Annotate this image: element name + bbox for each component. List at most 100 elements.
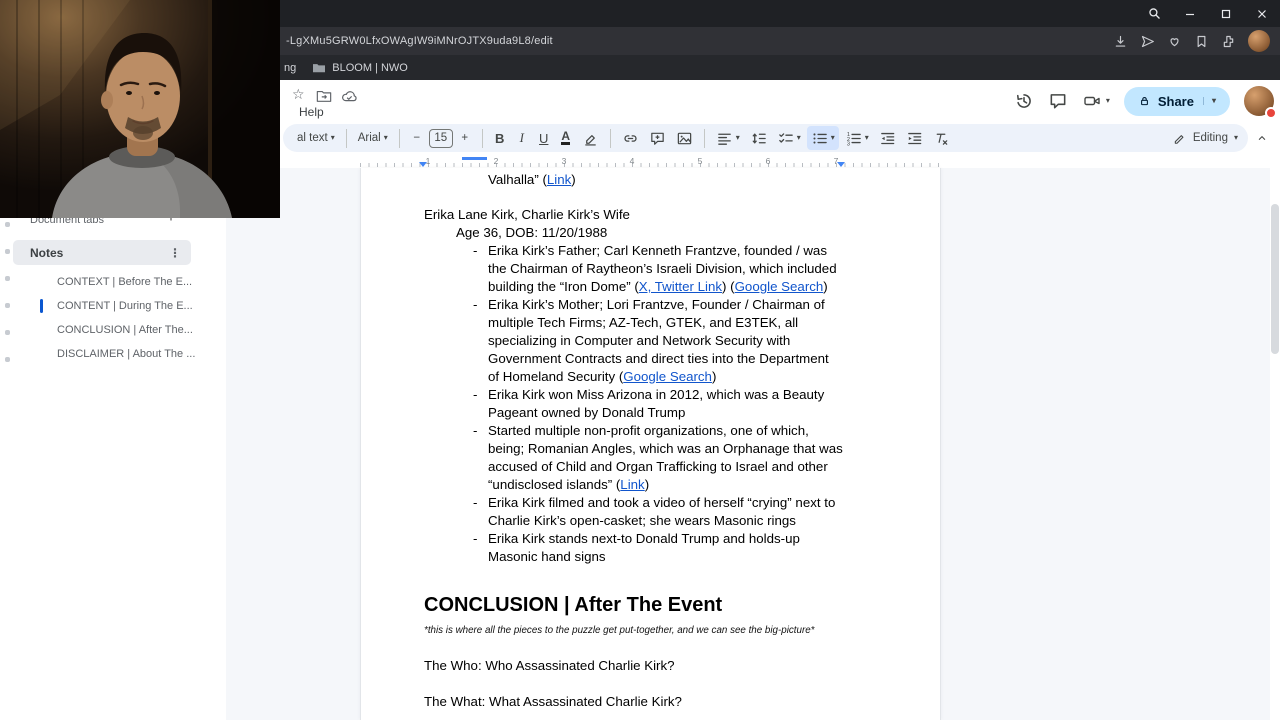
meet-camera-icon[interactable]: ▾ <box>1082 92 1110 110</box>
align-button[interactable]: ▾ <box>712 126 744 150</box>
search-icon[interactable] <box>1136 0 1172 27</box>
download-icon[interactable] <box>1113 34 1128 49</box>
share-button[interactable]: Share ▾ <box>1123 86 1230 116</box>
toolbar-separator <box>345 128 347 148</box>
clear-formatting-button[interactable] <box>929 126 954 150</box>
indent-marker-bar[interactable] <box>462 157 487 160</box>
font-size-decrease-button[interactable]: − <box>407 126 427 150</box>
bold-button[interactable]: B <box>490 126 510 150</box>
comments-icon[interactable] <box>1048 91 1068 111</box>
doc-link[interactable]: X, Twitter Link <box>639 279 722 294</box>
extensions-icon[interactable] <box>1221 34 1236 49</box>
bulleted-list-button[interactable]: ▾ <box>806 126 839 150</box>
close-button[interactable] <box>1244 0 1280 27</box>
checklist-button[interactable]: ▾ <box>773 126 805 150</box>
italic-button[interactable]: I <box>512 126 532 150</box>
insert-image-button[interactable] <box>672 126 697 150</box>
sidebar-tab-label: CONTENT | During The E... <box>57 300 193 312</box>
sidebar-tab-label: CONTEXT | Before The E... <box>57 276 193 288</box>
doc-link[interactable]: Google Search <box>735 279 824 294</box>
lock-icon <box>1138 94 1151 108</box>
star-icon[interactable]: ☆ <box>292 86 305 103</box>
doc-bullet-item: Started multiple non-profit organization… <box>471 422 843 494</box>
bookmark-icon[interactable] <box>1194 34 1209 49</box>
doc-bullet-item: Erika Kirk’s Father; Carl Kenneth Frantz… <box>471 242 843 296</box>
send-icon[interactable] <box>1140 34 1155 49</box>
maximize-button[interactable] <box>1208 0 1244 27</box>
doc-question-what: The What: What Assassinated Charlie Kirk… <box>424 694 682 709</box>
numbered-list-button[interactable]: 123 ▾ <box>841 126 873 150</box>
doc-text: ) <box>571 172 576 187</box>
doc-bullet-item: Erika Kirk filmed and took a video of he… <box>471 494 843 530</box>
bookmark-item-partial[interactable]: ng <box>284 62 296 74</box>
sidebar-tab-notes[interactable]: Notes ⋮ <box>13 240 191 265</box>
document-text-area[interactable]: Valhalla” (Link) Erika Lane Kirk, Charli… <box>361 168 940 711</box>
ruler-number: 1 <box>425 156 431 166</box>
line-spacing-button[interactable] <box>746 126 771 150</box>
doc-link[interactable]: Link <box>620 477 644 492</box>
add-comment-button[interactable] <box>645 126 670 150</box>
svg-text:3: 3 <box>847 141 850 147</box>
underline-button[interactable]: U <box>534 126 554 150</box>
active-tab-indicator <box>40 299 43 313</box>
doc-bullet-list: Erika Kirk’s Father; Carl Kenneth Frantz… <box>471 242 843 566</box>
decrease-indent-button[interactable] <box>875 126 900 150</box>
version-history-icon[interactable] <box>1014 91 1034 111</box>
increase-indent-button[interactable] <box>902 126 927 150</box>
doc-text: ) ( <box>722 279 735 294</box>
insert-link-button[interactable] <box>618 126 643 150</box>
ruler-number: 3 <box>561 156 567 166</box>
url-text[interactable]: -LgXMu5GRW0LfxOWAgIW9iMNrOJTX9uda9L8/edi… <box>286 35 553 47</box>
sidebar-tab-item[interactable]: CONTEXT | Before The E... <box>0 270 226 294</box>
ruler-number: 4 <box>629 156 635 166</box>
menu-help[interactable]: Help <box>299 105 324 119</box>
editing-label: Editing <box>1192 132 1228 144</box>
notification-badge <box>1265 107 1277 119</box>
font-dropdown[interactable]: Arial ▾ <box>354 126 392 150</box>
collapse-toolbar-button[interactable] <box>1252 128 1272 148</box>
paragraph-style-dropdown[interactable]: al text ▾ <box>293 126 339 150</box>
highlight-color-button[interactable] <box>578 126 603 150</box>
text-color-button[interactable]: A <box>556 126 576 150</box>
bookmark-folder-label: BLOOM | NWO <box>332 61 408 74</box>
bookmark-folder[interactable]: BLOOM | NWO <box>312 62 408 74</box>
doc-text: ) <box>823 279 828 294</box>
toolbar-separator <box>703 128 705 148</box>
cloud-status-icon[interactable] <box>341 89 358 103</box>
doc-text: Started multiple non-profit organization… <box>488 423 843 492</box>
editing-mode-dropdown[interactable]: Editing ▾ <box>1172 131 1238 146</box>
account-avatar[interactable] <box>1244 86 1277 119</box>
chevron-down-icon: ▾ <box>1105 96 1110 105</box>
toolbar-pill: al text ▾ Arial ▾ − 15 + B I U A ▾ ▾ ▾ 1… <box>283 124 1248 152</box>
font-size-field[interactable]: 15 <box>428 128 453 148</box>
doc-link[interactable]: Link <box>547 172 571 187</box>
move-folder-icon[interactable] <box>316 89 332 103</box>
outline-dot <box>5 249 10 254</box>
sidebar-tab-label: CONCLUSION | After The... <box>57 324 193 336</box>
doc-note: *this is where all the pieces to the puz… <box>424 625 815 636</box>
doc-bullet-item: Erika Kirk’s Mother; Lori Frantzve, Foun… <box>471 296 843 386</box>
tab-options-icon[interactable]: ⋮ <box>169 246 181 260</box>
sidebar-tab-item[interactable]: CONTENT | During The E... <box>0 294 226 318</box>
doc-bullet-item: Erika Kirk won Miss Arizona in 2012, whi… <box>471 386 843 422</box>
favorite-icon[interactable] <box>1167 34 1182 49</box>
font-size-increase-button[interactable]: + <box>455 126 475 150</box>
ruler-number: 7 <box>833 156 839 166</box>
chevron-down-icon: ▾ <box>1233 133 1238 142</box>
sidebar-tab-item[interactable]: DISCLAIMER | About The ... <box>0 342 226 366</box>
minimize-button[interactable] <box>1172 0 1208 27</box>
chevron-down-icon: ▾ <box>330 133 335 142</box>
doc-text: ) <box>644 477 650 492</box>
doc-paragraph: Erika Lane Kirk, Charlie Kirk’s Wife <box>424 207 630 222</box>
scrollbar-track <box>1270 168 1280 720</box>
toolbar-separator <box>609 128 611 148</box>
doc-text: Erika Kirk stands next-to Donald Trump a… <box>488 531 800 564</box>
doc-link[interactable]: Google Search <box>623 369 712 384</box>
sidebar-tab-item[interactable]: CONCLUSION | After The... <box>0 318 226 342</box>
toolbar-separator <box>398 128 400 148</box>
chevron-down-icon: ▾ <box>864 133 869 142</box>
browser-profile-avatar[interactable] <box>1248 30 1270 52</box>
webcam-video <box>0 0 280 218</box>
scrollbar-thumb[interactable] <box>1271 204 1279 354</box>
docs-header-actions: ▾ Share ▾ <box>1014 80 1277 122</box>
